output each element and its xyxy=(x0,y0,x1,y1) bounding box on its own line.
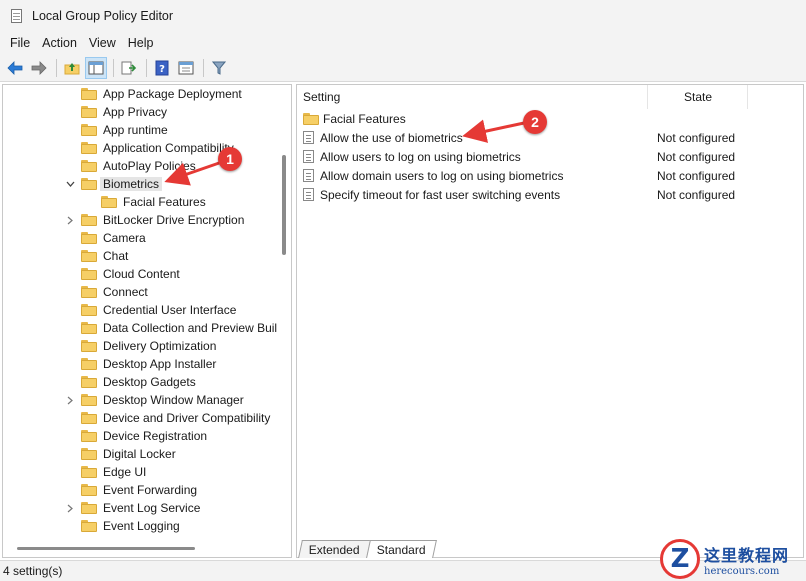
arrow-1 xyxy=(164,160,223,186)
callout-badge-1: 1 xyxy=(218,147,242,171)
watermark-url: herecours.com xyxy=(704,565,780,577)
annotation-arrows xyxy=(164,119,525,186)
watermark-logo: Z xyxy=(660,539,700,579)
arrow-2 xyxy=(462,119,525,143)
watermark: Z 这里教程网 herecours.com xyxy=(660,538,806,580)
callout-badge-2: 2 xyxy=(523,110,547,134)
watermark-site-name: 这里教程网 xyxy=(704,545,790,565)
